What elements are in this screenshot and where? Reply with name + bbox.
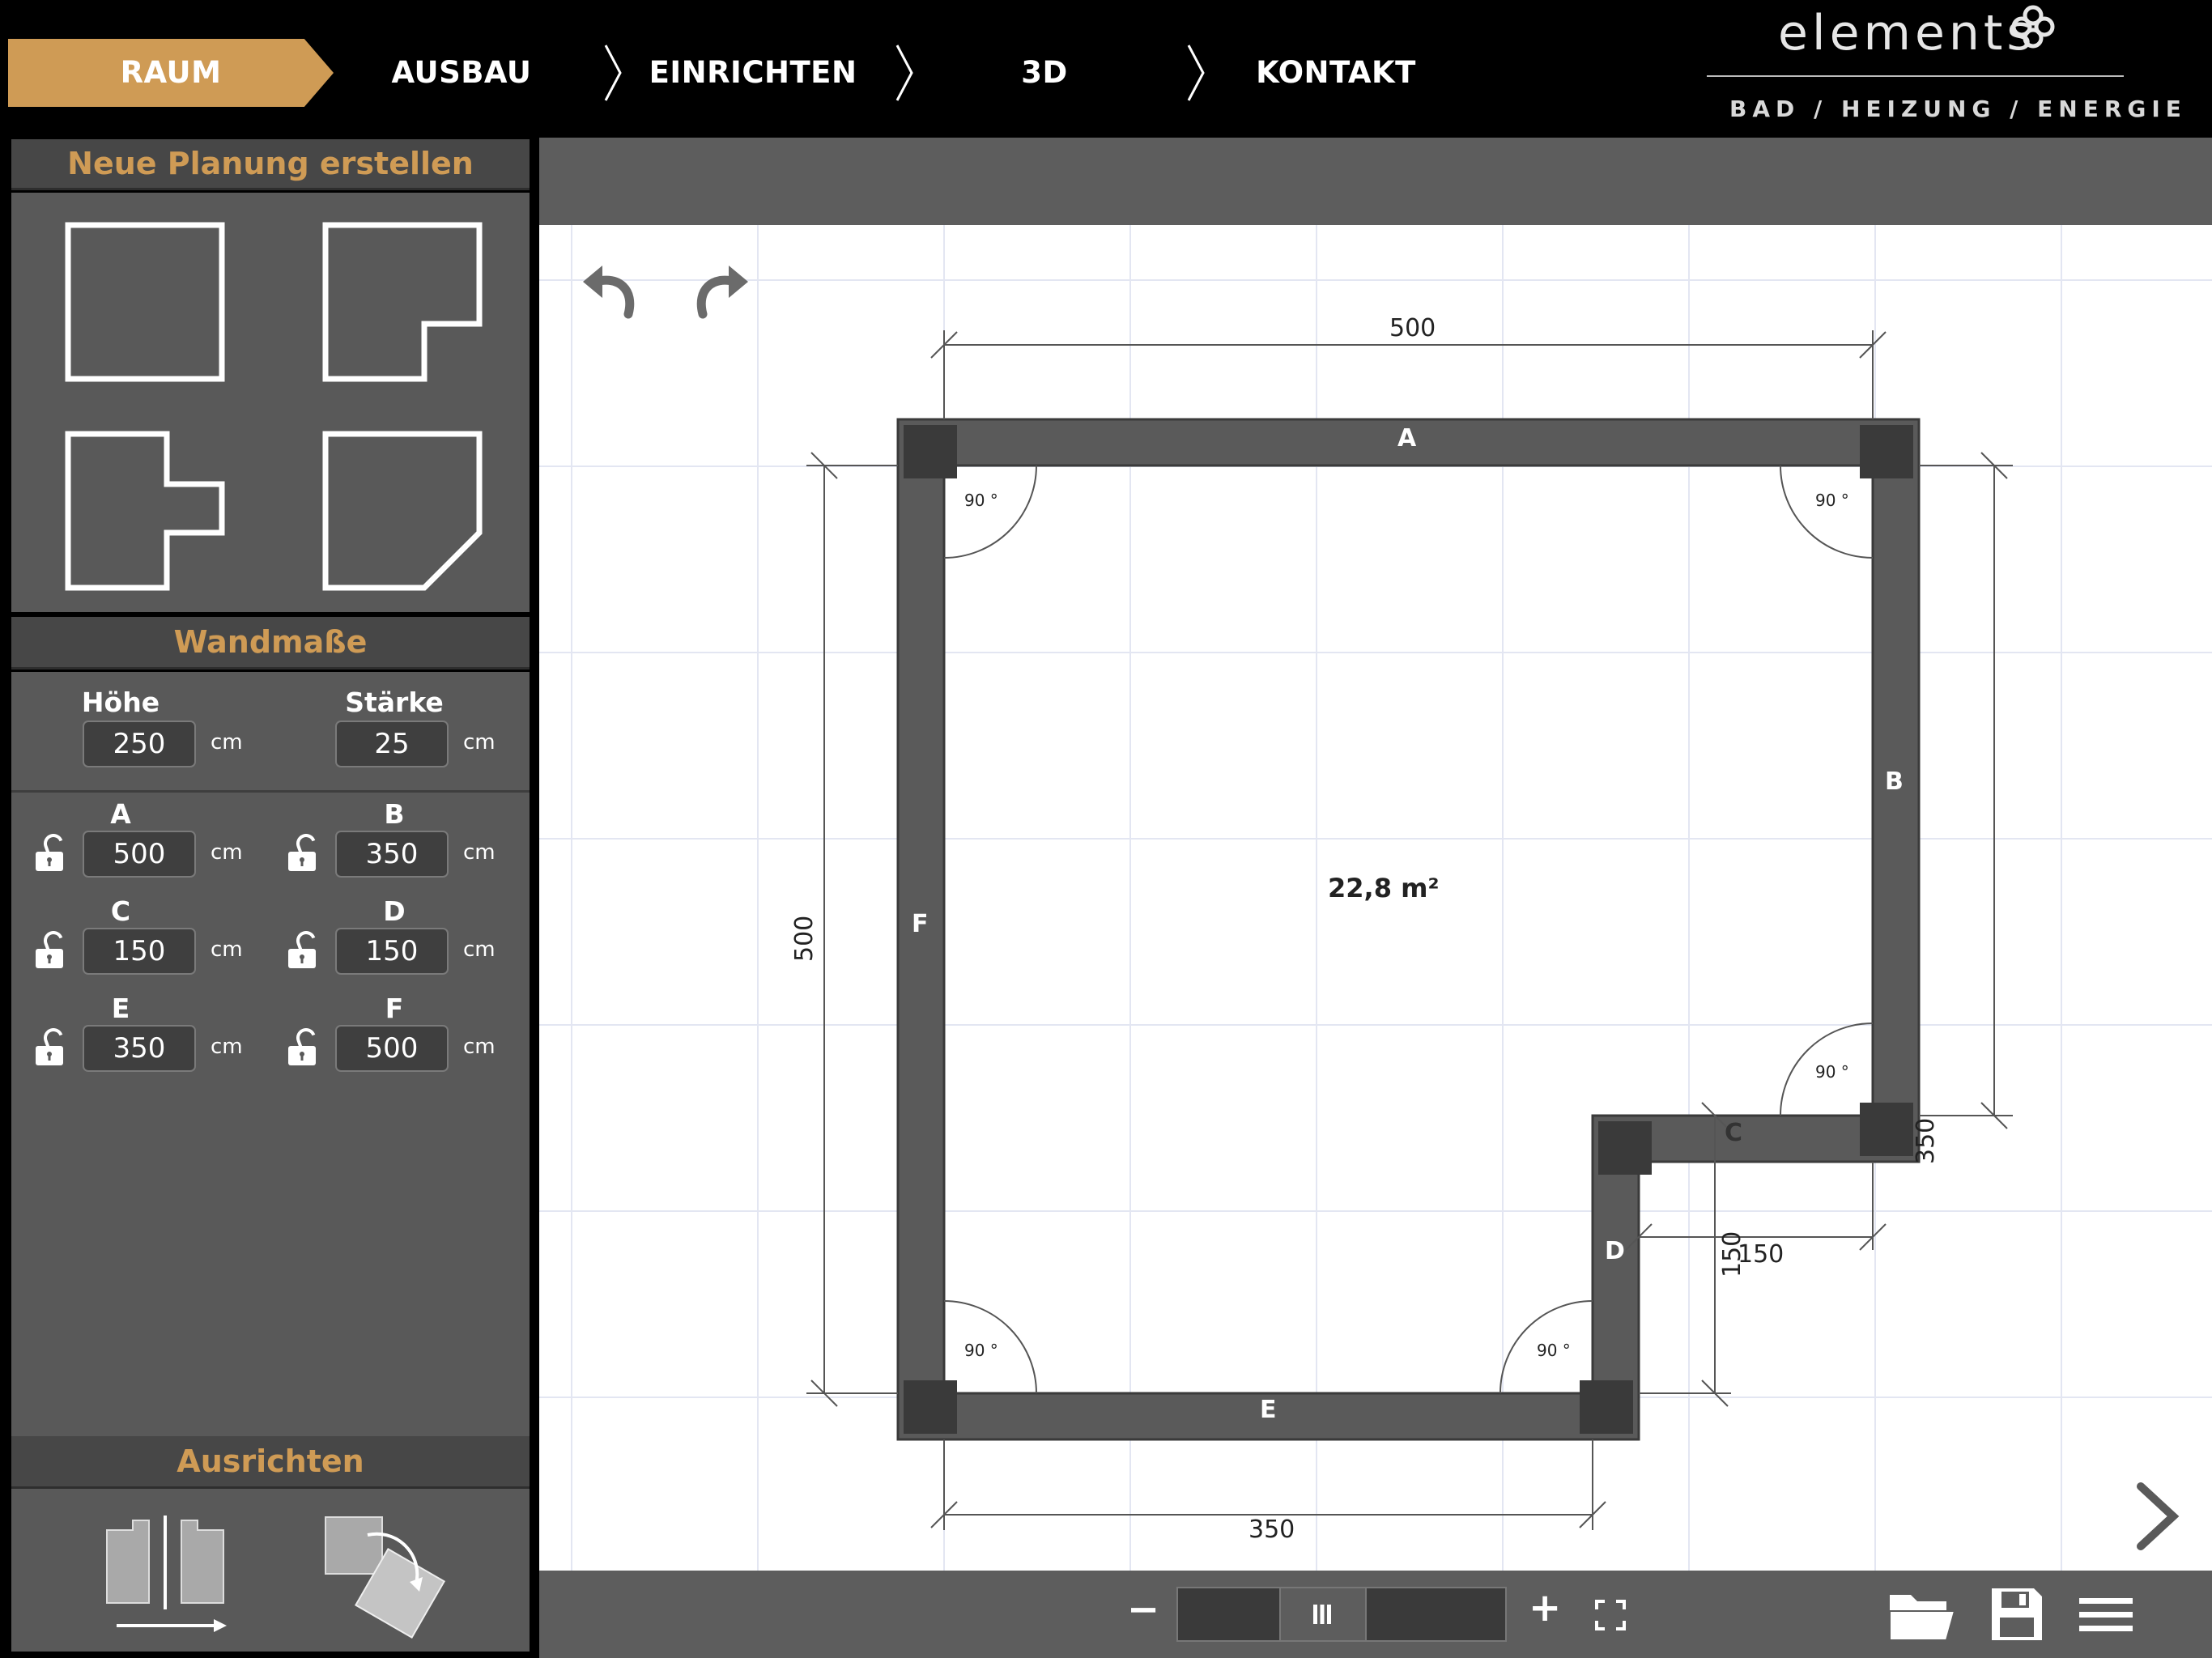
wall-label-e[interactable]: E [1260, 1396, 1277, 1424]
step-3d[interactable]: 3D [955, 39, 1134, 107]
mirror-room-icon[interactable] [100, 1514, 230, 1635]
align-panel [11, 1490, 530, 1652]
wall-f-unit: cm [463, 1035, 496, 1059]
step-kontakt[interactable]: KONTAKT [1239, 39, 1433, 107]
wall-b-input[interactable] [335, 831, 449, 878]
wall-d-label: D [383, 895, 406, 927]
save-icon[interactable] [1989, 1585, 2045, 1643]
height-input[interactable] [83, 721, 196, 767]
new-plan-heading: Neue Planung erstellen [11, 139, 530, 190]
chevron-right-icon [1187, 45, 1205, 101]
height-label: Höhe [81, 687, 160, 718]
wall-dimensions-heading: Wandmaße [11, 617, 530, 670]
wall-f-label: F [385, 993, 404, 1024]
next-arrow-icon[interactable] [2131, 1480, 2183, 1553]
wall-e-label: E [111, 993, 130, 1024]
wall-c-label: C [110, 895, 131, 927]
menu-icon[interactable] [2078, 1595, 2134, 1635]
canvas-header [539, 138, 2212, 225]
chamfer-room-icon[interactable] [319, 427, 489, 597]
room-area: 22,8 m² [1328, 873, 1440, 903]
zoom-out-button[interactable]: − [1127, 1587, 1159, 1632]
wall-label-b[interactable]: B [1885, 767, 1904, 796]
rectangle-room-icon[interactable] [62, 219, 232, 389]
wall-dimensions-panel: Höhe cm Stärke cm A cm B cm C cm D cm E … [11, 672, 530, 1562]
corner-joints [904, 425, 1913, 1434]
dim-top: 500 [1389, 314, 1436, 342]
wall-b-unit: cm [463, 840, 496, 865]
wall-c-input[interactable] [83, 928, 196, 975]
dim-left: 500 [790, 915, 819, 962]
unlock-icon[interactable] [29, 931, 70, 971]
unlock-icon[interactable] [282, 834, 322, 874]
wall-a-unit: cm [211, 840, 243, 865]
thickness-unit: cm [463, 730, 496, 755]
step-raum[interactable]: RAUM [8, 39, 334, 107]
chevron-right-icon [895, 45, 913, 101]
wall-f-input[interactable] [335, 1025, 449, 1072]
step-einrichten[interactable]: EINRICHTEN [640, 39, 866, 107]
wall-d-unit: cm [463, 937, 496, 962]
angle-label: 90 ° [1815, 491, 1849, 510]
zoom-in-button[interactable]: + [1529, 1585, 1561, 1630]
wall-label-d[interactable]: D [1605, 1237, 1625, 1265]
unlock-icon[interactable] [29, 1028, 70, 1069]
undo-icon[interactable] [578, 257, 644, 324]
logo-subtitle: BAD / HEIZUNG / ENERGIE [1729, 96, 2187, 122]
bottom-toolbar: − + [539, 1571, 2212, 1658]
wall-e-unit: cm [211, 1035, 243, 1059]
room-walls [896, 418, 1921, 1441]
align-heading: Ausrichten [11, 1436, 530, 1489]
wall-label-f[interactable]: F [912, 910, 929, 938]
rotate-room-icon[interactable] [319, 1511, 457, 1640]
angle-label: 90 ° [964, 491, 998, 510]
t-shape-room-icon[interactable] [62, 427, 232, 597]
angle-label: 90 ° [1815, 1062, 1849, 1082]
wall-c-unit: cm [211, 937, 243, 962]
logo-clover-icon [2011, 5, 2055, 49]
angle-label: 90 ° [1537, 1341, 1571, 1360]
wall-label-c[interactable]: C [1725, 1119, 1742, 1147]
grip-icon [1313, 1605, 1331, 1624]
thickness-label: Stärke [345, 687, 444, 718]
zoom-slider[interactable] [1176, 1587, 1507, 1642]
height-unit: cm [211, 730, 243, 755]
top-navigation: RAUM AUSBAU EINRICHTEN 3D KONTAKT elemen… [0, 0, 2212, 138]
wall-e-input[interactable] [83, 1025, 196, 1072]
shape-selector [11, 193, 530, 612]
dim-bottom: 350 [1249, 1516, 1295, 1544]
dim-notch-v: 150 [1718, 1231, 1746, 1278]
folder-open-icon[interactable] [1887, 1587, 1958, 1643]
angle-label: 90 ° [964, 1341, 998, 1360]
dim-right-label: 350 [1912, 1117, 1940, 1164]
step-ausbau[interactable]: AUSBAU [356, 39, 567, 107]
wall-a-label: A [110, 798, 131, 830]
logo-wordmark: elements [1778, 5, 2036, 62]
floorplan-canvas[interactable]: 500 350 500 350 150 150 A B C D E F 22,8… [539, 225, 2212, 1571]
fullscreen-icon[interactable] [1595, 1600, 1626, 1630]
wall-d-input[interactable] [335, 928, 449, 975]
unlock-icon[interactable] [29, 834, 70, 874]
wall-label-a[interactable]: A [1397, 424, 1416, 453]
zoom-slider-thumb[interactable] [1279, 1588, 1367, 1640]
thickness-input[interactable] [335, 721, 449, 767]
wall-a-input[interactable] [83, 831, 196, 878]
chevron-right-icon [604, 45, 622, 101]
divider [11, 790, 530, 793]
side-panel: Neue Planung erstellen Wandmaße Höhe cm … [0, 138, 539, 1658]
wall-b-label: B [384, 798, 405, 830]
l-shape-room-icon[interactable] [319, 219, 489, 389]
logo-divider [1707, 75, 2124, 77]
unlock-icon[interactable] [282, 1028, 322, 1069]
unlock-icon[interactable] [282, 931, 322, 971]
redo-icon[interactable] [687, 257, 753, 324]
